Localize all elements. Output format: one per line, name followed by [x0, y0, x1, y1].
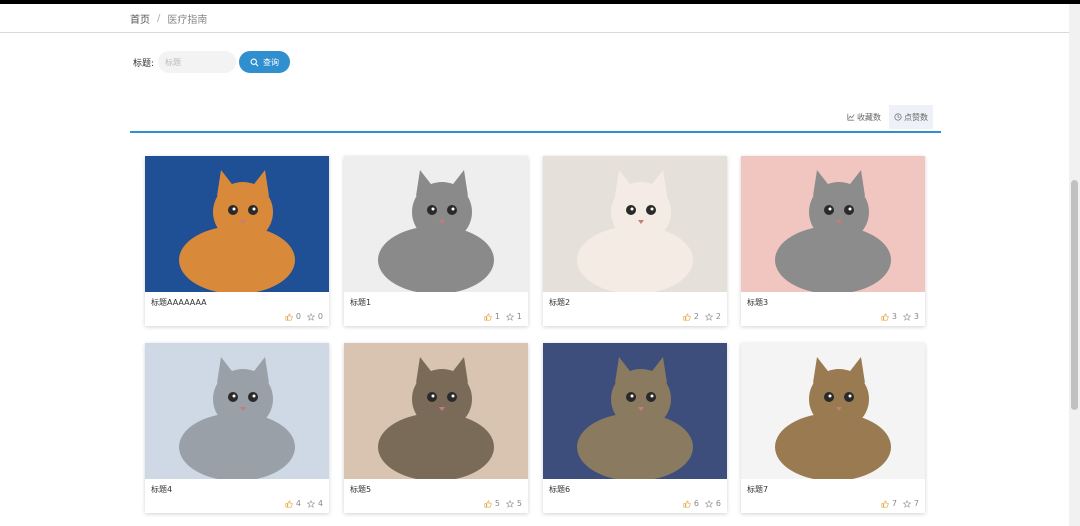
star-icon[interactable] — [306, 499, 315, 508]
card-title: 标题6 — [549, 485, 571, 494]
star-icon[interactable] — [505, 312, 514, 321]
card-stats: 77 — [881, 499, 919, 508]
star-icon[interactable] — [902, 499, 911, 508]
chart-icon — [847, 113, 855, 121]
search-input[interactable] — [158, 51, 237, 73]
content-card[interactable]: 标题4 4 4 — [145, 343, 329, 513]
sort-by-favorites[interactable]: 收藏数 — [842, 105, 886, 129]
favorite-count: 1 — [516, 312, 522, 321]
cat-photo[interactable] — [741, 156, 925, 292]
content-card[interactable]: 标题7 7 7 — [741, 343, 925, 513]
breadcrumb: 首页 / 医疗指南 — [0, 4, 1069, 33]
search-button[interactable]: 查询 — [239, 51, 291, 73]
card-stats: 22 — [683, 312, 721, 321]
search-icon — [250, 58, 259, 66]
thumbs-up-icon[interactable] — [881, 312, 889, 321]
content-card[interactable]: 标题AAAAAAA 0 0 — [145, 156, 329, 326]
thumbs-up-icon[interactable] — [285, 312, 293, 321]
card-stats: 44 — [285, 499, 323, 508]
cat-photo[interactable] — [741, 343, 925, 479]
star-icon[interactable] — [902, 312, 911, 321]
card-title: 标题1 — [350, 298, 372, 307]
like-count: 7 — [891, 499, 897, 508]
sort-favorites-label: 收藏数 — [857, 112, 881, 122]
favorite-count: 0 — [317, 312, 323, 321]
star-icon[interactable] — [704, 312, 713, 321]
card-title: 标题2 — [549, 298, 571, 307]
cat-photo[interactable] — [344, 343, 528, 479]
search-bar: 标题: 查询 — [133, 51, 291, 73]
thumbs-up-icon[interactable] — [881, 499, 889, 508]
favorite-count: 4 — [317, 499, 323, 508]
favorite-count: 5 — [516, 499, 522, 508]
card-stats: 55 — [484, 499, 522, 508]
card-stats: 33 — [881, 312, 919, 321]
sort-bar: 收藏数 点赞数 — [130, 104, 941, 133]
like-count: 3 — [891, 312, 897, 321]
favorite-count: 7 — [913, 499, 919, 508]
card-title: 标题3 — [747, 298, 769, 307]
cat-photo[interactable] — [344, 156, 528, 292]
search-label: 标题: — [133, 58, 155, 69]
like-count: 5 — [494, 499, 500, 508]
star-icon[interactable] — [704, 499, 713, 508]
like-count: 1 — [494, 312, 500, 321]
scrollbar-thumb[interactable] — [1071, 180, 1078, 410]
content-card[interactable]: 标题3 3 3 — [741, 156, 925, 326]
favorite-count: 2 — [715, 312, 721, 321]
like-count: 2 — [693, 312, 699, 321]
breadcrumb-separator: / — [157, 12, 161, 24]
star-icon[interactable] — [505, 499, 514, 508]
breadcrumb-current: 医疗指南 — [167, 14, 208, 26]
cat-photo[interactable] — [543, 156, 727, 292]
breadcrumb-home[interactable]: 首页 — [130, 11, 150, 26]
thumbs-up-icon[interactable] — [285, 499, 293, 508]
card-title: 标题AAAAAAA — [151, 298, 207, 307]
like-count: 4 — [295, 499, 301, 508]
card-title: 标题7 — [747, 485, 769, 494]
content-card[interactable]: 标题5 5 5 — [344, 343, 528, 513]
page-scrollbar[interactable] — [1069, 4, 1080, 526]
content-card[interactable]: 标题2 2 2 — [543, 156, 727, 326]
card-title: 标题5 — [350, 485, 372, 494]
cat-photo[interactable] — [543, 343, 727, 479]
cat-photo[interactable] — [145, 343, 329, 479]
like-count: 0 — [295, 312, 301, 321]
favorite-count: 6 — [715, 499, 721, 508]
clock-icon — [894, 113, 902, 121]
cat-photo[interactable] — [145, 156, 329, 292]
star-icon[interactable] — [306, 312, 315, 321]
content-card[interactable]: 标题6 6 6 — [543, 343, 727, 513]
sort-likes-label: 点赞数 — [904, 112, 928, 122]
content-card[interactable]: 标题1 1 1 — [344, 156, 528, 326]
thumbs-up-icon[interactable] — [484, 312, 492, 321]
thumbs-up-icon[interactable] — [683, 312, 691, 321]
thumbs-up-icon[interactable] — [683, 499, 691, 508]
card-stats: 66 — [683, 499, 721, 508]
card-stats: 11 — [484, 312, 522, 321]
card-title: 标题4 — [151, 485, 173, 494]
thumbs-up-icon[interactable] — [484, 499, 492, 508]
card-stats: 00 — [285, 312, 323, 321]
search-button-label: 查询 — [263, 57, 280, 67]
favorite-count: 3 — [913, 312, 919, 321]
sort-by-likes[interactable]: 点赞数 — [889, 105, 933, 129]
like-count: 6 — [693, 499, 699, 508]
